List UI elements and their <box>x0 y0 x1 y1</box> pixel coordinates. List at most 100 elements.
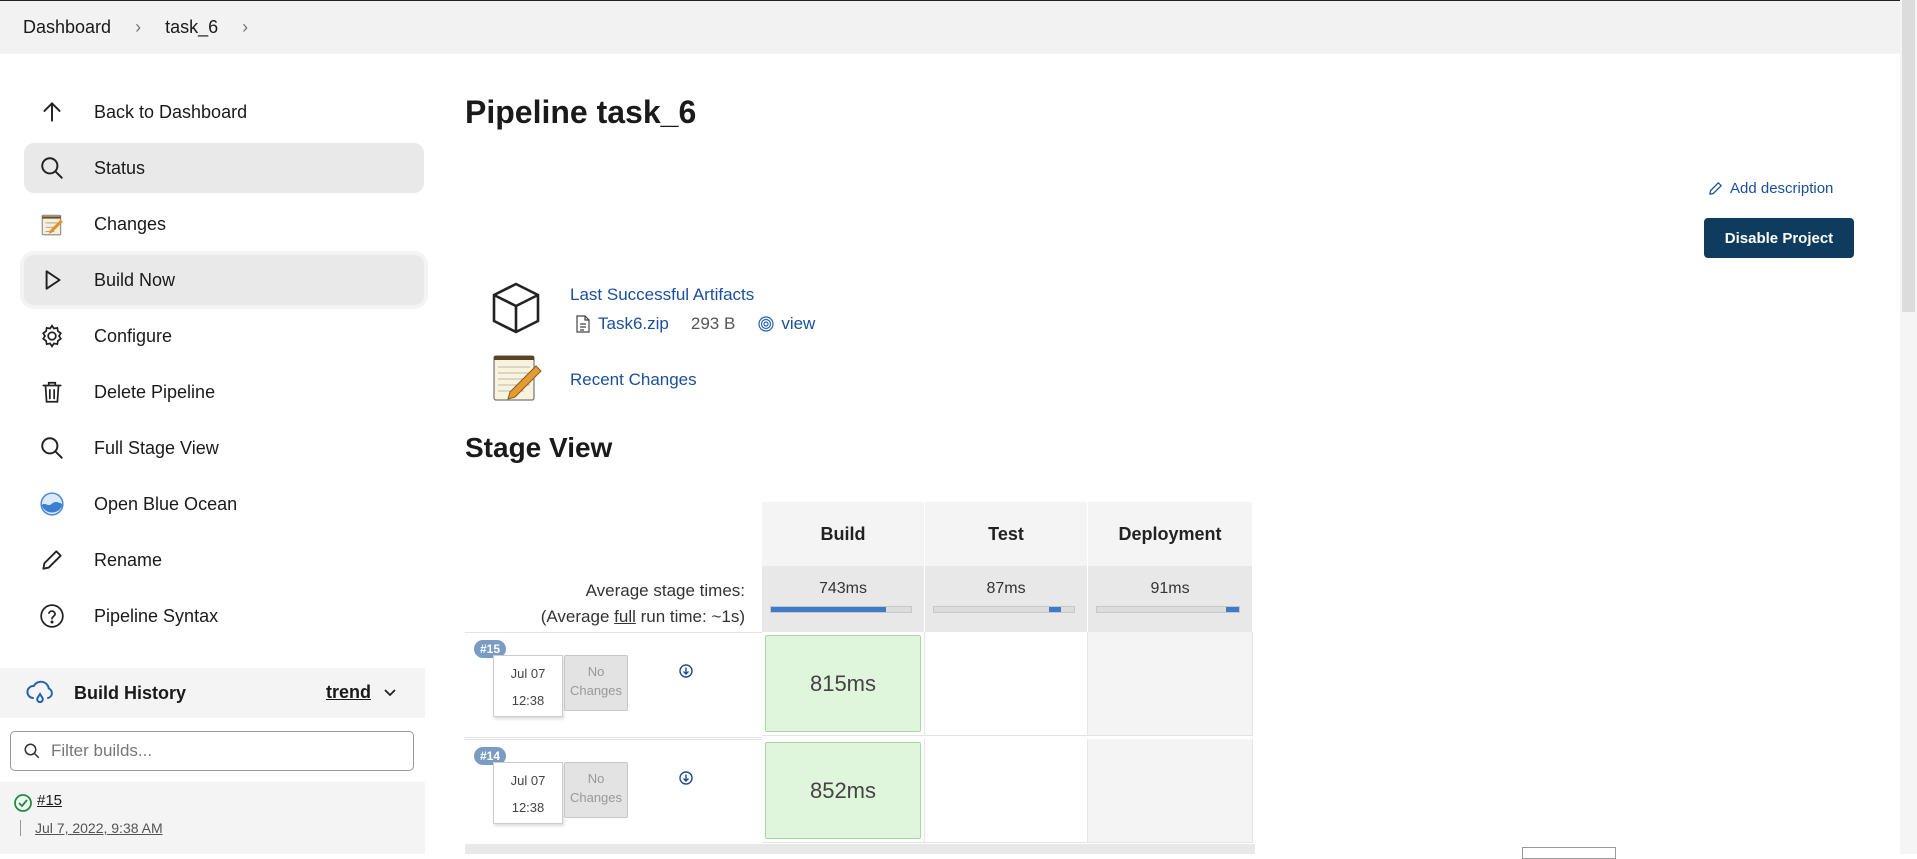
download-icon[interactable] <box>679 664 693 678</box>
breadcrumb: Dashboard › task_6 › <box>0 0 1900 54</box>
chevron-down-icon[interactable] <box>382 684 398 700</box>
average-stage-times-label: Average stage times: (Average full run t… <box>465 578 745 630</box>
run-time: 12:38 <box>511 693 545 708</box>
next-run-row <box>465 844 1255 854</box>
sidebar-item-build-now[interactable]: Build Now <box>24 255 424 305</box>
stage-header-test: Test <box>925 502 1088 566</box>
stage-avg-time: 87ms <box>986 580 1026 597</box>
search-icon <box>38 434 66 462</box>
sidebar-item-label: Configure <box>94 325 173 346</box>
stage-cell-build[interactable]: 815ms <box>762 632 925 736</box>
sidebar-item-label: Pipeline Syntax <box>94 605 219 626</box>
play-icon <box>38 266 66 294</box>
stage-header-build: Build <box>762 502 925 566</box>
run-date: Jul 07 <box>510 773 546 788</box>
search-icon <box>24 743 40 759</box>
sidebar-item-rename[interactable]: Rename <box>24 535 424 585</box>
stage-cell-test <box>925 739 1088 843</box>
disable-project-button[interactable]: Disable Project <box>1704 218 1854 258</box>
build-number-link[interactable]: #15 <box>37 792 62 809</box>
help-icon <box>38 602 66 630</box>
cloud-rain-icon <box>26 680 53 703</box>
stage-cell-build[interactable]: 852ms <box>762 739 925 843</box>
file-icon <box>576 315 590 333</box>
scrollbar-thumb[interactable] <box>1902 0 1915 312</box>
run-date-card: Jul 07 12:38 <box>493 655 563 717</box>
run-time: 12:38 <box>511 800 545 815</box>
sidebar-item-label: Open Blue Ocean <box>94 493 238 514</box>
sidebar-item-label: Rename <box>94 549 163 570</box>
run-date: Jul 07 <box>510 666 546 681</box>
stage-cell-duration: 815ms <box>765 635 921 732</box>
sidebar-item-open-blue-ocean[interactable]: Open Blue Ocean <box>24 479 424 529</box>
notepad-icon <box>493 355 542 401</box>
chevron-right-icon[interactable]: › <box>242 17 248 38</box>
stage-cell-duration: 852ms <box>765 742 921 839</box>
stage-header-deployment: Deployment <box>1088 502 1253 566</box>
sidebar-item-full-stage-view[interactable]: Full Stage View <box>24 423 424 473</box>
sidebar-item-changes[interactable]: Changes <box>24 199 424 249</box>
artifact-file-link[interactable]: Task6.zip <box>598 314 669 334</box>
download-icon[interactable] <box>679 771 693 785</box>
filter-builds-input[interactable] <box>49 740 413 762</box>
build-date-link[interactable]: Jul 7, 2022, 9:38 AM <box>35 820 163 836</box>
add-description-label: Add description <box>1730 180 1834 197</box>
stage-avg-track <box>1096 606 1240 613</box>
breadcrumb-dashboard[interactable]: Dashboard <box>23 17 111 38</box>
stage-view-title: Stage View <box>465 432 613 463</box>
sidebar-item-back-to-dashboard[interactable]: Back to Dashboard <box>24 87 424 137</box>
search-icon <box>38 154 66 182</box>
pencil-icon <box>1709 182 1722 195</box>
stage-avg-build: 743ms <box>762 566 925 632</box>
package-icon <box>492 282 540 334</box>
arrow-up-icon <box>38 98 66 126</box>
page-title: Pipeline task_6 <box>465 94 697 130</box>
run-changes[interactable]: No Changes <box>564 655 628 711</box>
sidebar-item-label: Build Now <box>94 269 176 290</box>
sidebar-item-delete-pipeline[interactable]: Delete Pipeline <box>24 367 424 417</box>
sidebar-item-label: Full Stage View <box>94 437 219 458</box>
trend-link[interactable]: trend <box>326 682 371 703</box>
vertical-scrollbar[interactable] <box>1900 0 1917 854</box>
blue-ocean-icon <box>38 490 66 518</box>
sidebar-item-label: Changes <box>94 213 167 234</box>
sidebar-item-label: Status <box>94 157 146 178</box>
full-run-link: full <box>614 607 636 626</box>
add-description-link[interactable]: Add description <box>1707 180 1833 197</box>
sidebar-item-pipeline-syntax[interactable]: Pipeline Syntax <box>24 591 424 641</box>
stage-avg-track <box>933 606 1075 613</box>
build-date-divider <box>20 820 21 836</box>
breadcrumb-task[interactable]: task_6 <box>165 17 218 38</box>
gear-icon <box>38 322 66 350</box>
filter-builds-field[interactable] <box>10 731 414 771</box>
stage-run-row[interactable]: #14 Jul 07 12:38 No Changes <box>465 739 762 845</box>
sidebar-item-configure[interactable]: Configure <box>24 311 424 361</box>
recent-changes-link[interactable]: Recent Changes <box>570 370 697 390</box>
sidebar-item-status[interactable]: Status <box>24 143 424 193</box>
run-date-card: Jul 07 12:38 <box>493 762 563 824</box>
artifact-view-link[interactable]: view <box>781 314 815 334</box>
notepad-icon <box>38 210 66 238</box>
success-check-icon <box>14 794 32 812</box>
artifact-file-size: 293 B <box>690 314 736 333</box>
stage-avg-deployment: 91ms <box>1088 566 1253 632</box>
artifact-row: Task6.zip 293 B view <box>576 314 815 334</box>
sidebar-item-label: Back to Dashboard <box>94 101 248 122</box>
trash-icon <box>38 378 66 406</box>
sidebar-item-label: Delete Pipeline <box>94 381 216 402</box>
pencil-icon <box>38 546 66 574</box>
build-history-row[interactable]: #15 Jul 7, 2022, 9:38 AM <box>0 782 425 854</box>
stage-avg-fill <box>1048 607 1062 612</box>
avg-label-line1: Average stage times: <box>585 581 745 600</box>
last-successful-artifacts-link[interactable]: Last Successful Artifacts <box>570 285 754 305</box>
run-changes[interactable]: No Changes <box>564 762 628 818</box>
stage-avg-track <box>770 606 912 613</box>
stage-run-row[interactable]: #15 Jul 07 12:38 No Changes <box>465 632 762 738</box>
stage-cell-deployment <box>1088 632 1253 736</box>
stage-avg-time: 91ms <box>1150 580 1190 597</box>
stage-avg-time: 743ms <box>818 580 868 597</box>
stage-avg-fill <box>771 607 886 612</box>
build-history-title: Build History <box>74 682 187 703</box>
chevron-right-icon[interactable]: › <box>135 17 141 38</box>
stage-avg-fill <box>1226 607 1239 612</box>
